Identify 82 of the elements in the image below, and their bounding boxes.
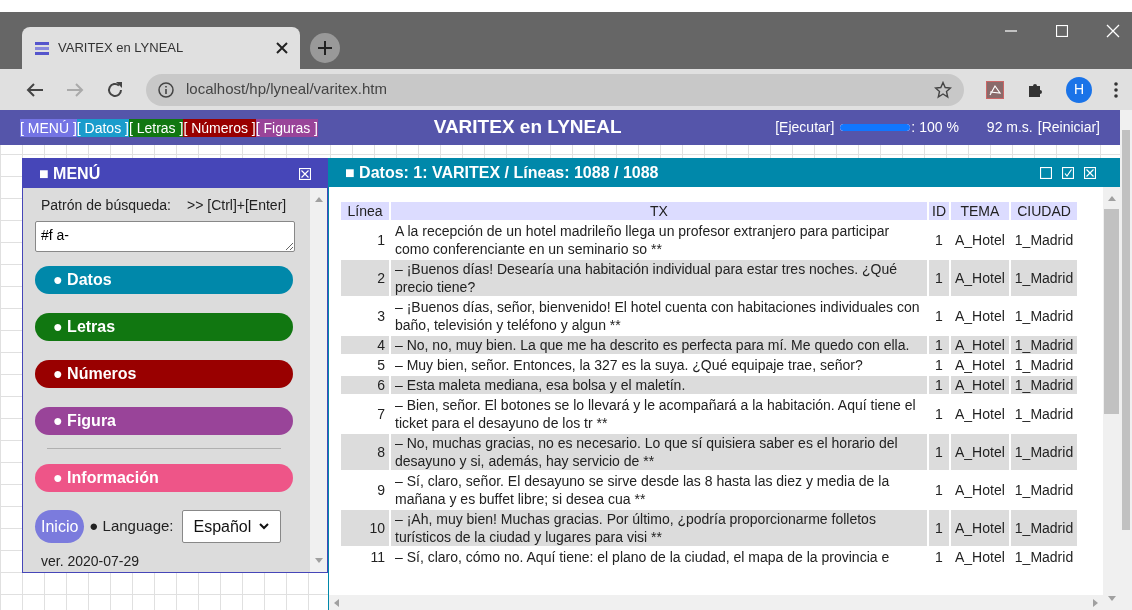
scroll-up-icon[interactable] [314, 196, 323, 202]
scroll-right-icon[interactable] [1093, 598, 1099, 607]
kebab-menu-icon[interactable] [1114, 81, 1118, 98]
page-title: VARITEX en LYNEAL [433, 115, 623, 140]
table-cell: – No, muchas gracias, no es necesario. Lo que sí quisiera saber es el horario del desayuno y si, además, hay servicio de ** [391, 434, 927, 470]
home-button[interactable]: Inicio [35, 510, 85, 543]
maximize-icon[interactable] [1056, 25, 1068, 37]
table-cell: 1 [929, 376, 949, 394]
close-icon[interactable] [276, 42, 288, 54]
info-icon[interactable] [158, 81, 174, 98]
tab-title: VARITEX en LYNEAL [58, 39, 185, 58]
table-cell: – Esta maleta mediana, esa bolsa y el maletín. [391, 376, 927, 394]
menu-button[interactable]: ● Letras [35, 313, 293, 341]
table-cell: 1_Madrid [1010, 434, 1078, 470]
scroll-up-icon[interactable] [1107, 195, 1116, 201]
search-field[interactable]: #f a- [35, 221, 295, 252]
panel-title: ■ Datos: 1: VARITEX / Líneas: 1088 / 1088 [345, 162, 660, 183]
table-cell: 1_Madrid [1010, 510, 1078, 546]
scrollbar[interactable] [329, 595, 1103, 610]
nav-link[interactable]: [ Letras ] [128, 118, 184, 137]
maximize-icon[interactable] [1040, 166, 1052, 179]
nav-link[interactable]: [ Figuras ] [255, 118, 318, 137]
scroll-left-icon[interactable] [333, 598, 339, 607]
new-tab-button[interactable] [310, 33, 340, 63]
table-cell: 1 [929, 510, 949, 546]
reset-link[interactable]: [Reiniciar] [1037, 117, 1100, 138]
run-link[interactable]: [Ejecutar] [775, 117, 835, 138]
browser-tab[interactable]: VARITEX en LYNEAL [22, 27, 300, 69]
table-cell: 1_Madrid [1010, 376, 1078, 394]
table-cell: A_Hotel [951, 510, 1009, 546]
column-header[interactable]: TX [391, 202, 927, 220]
table-cell: 6 [341, 376, 389, 394]
scrollbar[interactable] [1103, 187, 1120, 610]
scroll-down-icon[interactable] [314, 558, 323, 564]
language-label: ● Language: [89, 516, 174, 537]
table-cell: 1_Madrid [1010, 260, 1078, 296]
table-cell: – ¡Buenos días! Desearía una habitación individual para estar tres noches. ¿Qué precio tiene? [391, 260, 927, 296]
table-cell: 1 [929, 434, 949, 470]
table-cell: 2 [341, 260, 389, 296]
version-text: ver. 2020-07-29 [40, 552, 141, 571]
table-cell: 4 [341, 336, 389, 354]
table-cell: – No, no, muy bien. La que me ha descrito es perfecta para mí. Me quedo con ella. [391, 336, 927, 354]
info-button[interactable]: ● Información [35, 464, 293, 492]
shortcut-hint: >> [Ctrl]+[Enter] [187, 196, 287, 215]
language-select[interactable]: Español [181, 510, 281, 543]
table-cell: 1_Madrid [1010, 336, 1078, 354]
table-cell: – ¡Ah, muy bien! Muchas gracias. Por último, ¿podría proporcionarme folletos turísticos de la ciudad y lugares para visi ** [391, 510, 927, 546]
column-header[interactable]: Línea [341, 202, 389, 220]
table-cell: 1 [929, 336, 949, 354]
table-cell: A_Hotel [951, 434, 1009, 470]
panel-title: ■ MENÚ [39, 163, 102, 184]
checkbox-icon[interactable] [1062, 166, 1074, 179]
menu-button[interactable]: ● Datos [35, 266, 293, 294]
nav-link[interactable]: [ MENÚ ] [20, 118, 77, 137]
column-header[interactable]: ID [929, 202, 949, 220]
menu-button[interactable]: ● Figura [35, 407, 293, 435]
table-cell: A_Hotel [951, 260, 1009, 296]
scroll-down-icon[interactable] [1107, 596, 1116, 602]
back-icon[interactable] [26, 81, 44, 98]
column-header[interactable]: CIUDAD [1010, 202, 1078, 220]
elapsed-time: 92 m.s. [986, 118, 1033, 137]
search-label: Patrón de búsqueda: [41, 196, 171, 215]
page-scrollbar[interactable] [1120, 110, 1132, 610]
address-bar[interactable]: localhost/hp/lyneal/varitex.htm [146, 73, 964, 106]
pdf-icon[interactable] [986, 80, 1004, 99]
profile-avatar[interactable]: H [1066, 76, 1092, 103]
table-cell: 1 [929, 260, 949, 296]
progress-reading: : 100 % [911, 118, 959, 137]
nav-link[interactable]: [ Números ] [183, 118, 256, 137]
menu-button[interactable]: ● Números [35, 360, 293, 388]
page-icon [34, 40, 50, 56]
scrollbar[interactable] [310, 188, 327, 572]
table-cell: 8 [341, 434, 389, 470]
reload-icon[interactable] [106, 80, 124, 99]
column-header[interactable]: TEMA [951, 202, 1009, 220]
url-text: localhost/hp/lyneal/varitex.htm [186, 79, 388, 100]
chevron-down-icon [258, 523, 269, 530]
star-icon[interactable] [934, 80, 952, 99]
table-cell: 10 [341, 510, 389, 546]
table-cell: A_Hotel [951, 336, 1009, 354]
plus-icon [318, 41, 332, 55]
table-cell: A_Hotel [951, 376, 1009, 394]
